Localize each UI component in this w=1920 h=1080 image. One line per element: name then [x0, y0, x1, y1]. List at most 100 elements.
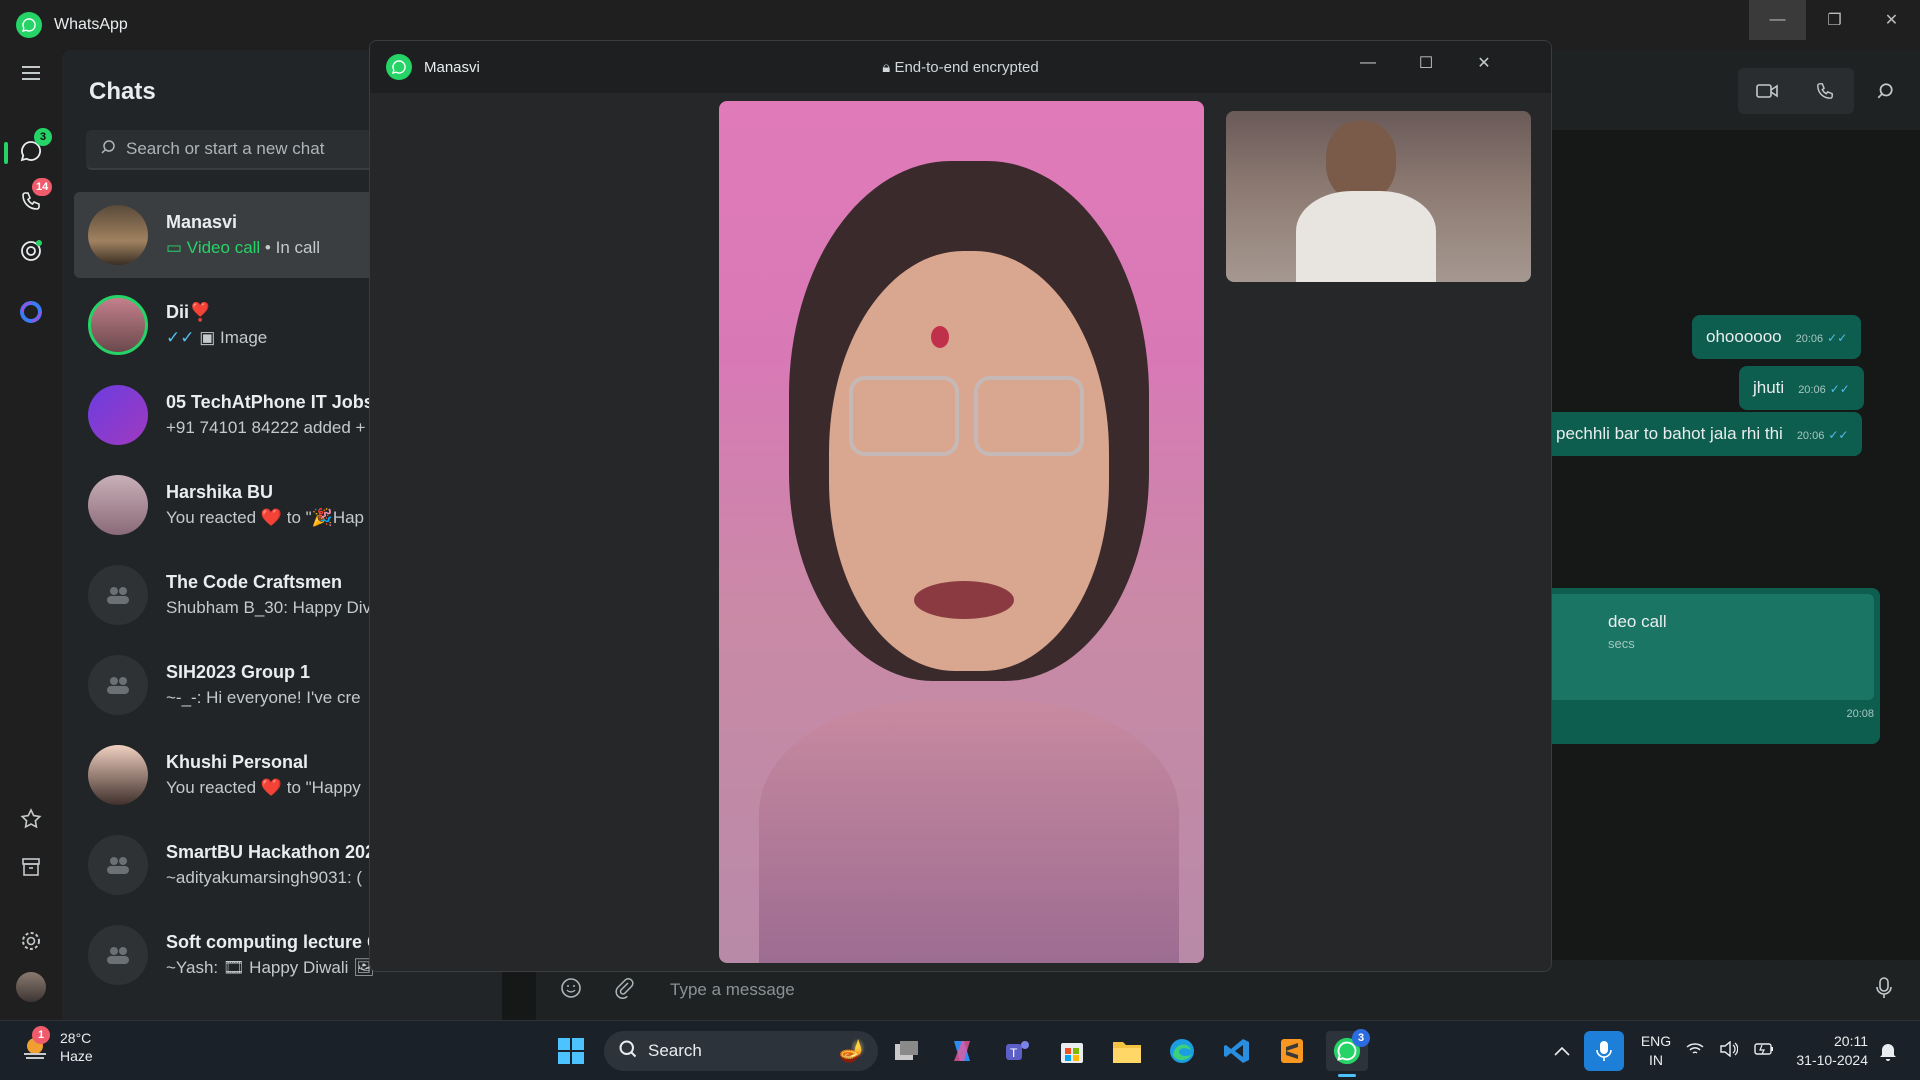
whatsapp-logo-icon — [386, 54, 412, 80]
meta-ai-icon[interactable] — [14, 295, 48, 329]
menu-icon[interactable] — [14, 56, 48, 90]
chat-name: 05 TechAtPhone IT Jobs U — [166, 392, 392, 412]
archived-chats-icon[interactable] — [14, 850, 48, 884]
message-bubble[interactable]: ohoooooo 20:06 ✓✓ — [1692, 315, 1862, 359]
avatar — [88, 745, 148, 805]
language-indicator[interactable]: ENG IN — [1634, 1032, 1678, 1070]
video-call-button[interactable] — [1738, 68, 1796, 114]
taskbar-whatsapp-icon[interactable]: 3 — [1326, 1029, 1370, 1077]
message-text: jhuti — [1753, 378, 1785, 397]
chat-last-message: You reacted ❤️ to "🎉Hap — [166, 508, 365, 527]
search-icon — [618, 1039, 638, 1064]
message-text: pechhli bar to bahot jala rhi thi — [1556, 424, 1783, 443]
weather-widget[interactable]: 1 28°C Haze — [20, 1026, 93, 1065]
running-indicator — [1338, 1074, 1356, 1077]
calls-nav-icon[interactable]: 14 — [14, 178, 53, 218]
window-close-button[interactable]: ✕ — [1863, 0, 1920, 40]
message-time: 20:08 — [1846, 708, 1874, 720]
call-log-title: deo call — [1608, 612, 1667, 631]
chats-unread-badge: 3 — [34, 128, 52, 146]
call-contact-name: Manasvi — [424, 58, 480, 76]
voice-typing-mic-icon[interactable] — [1584, 1031, 1624, 1071]
settings-gear-icon[interactable] — [14, 924, 48, 958]
chats-nav-icon[interactable]: 3 — [14, 128, 52, 168]
group-avatar-icon — [88, 925, 148, 985]
starred-messages-icon[interactable] — [14, 802, 48, 836]
avatar — [88, 385, 148, 445]
encryption-label: End-to-end encrypted — [894, 58, 1039, 76]
conversation-search-icon[interactable] — [1856, 68, 1914, 114]
chats-heading: Chats — [89, 78, 156, 105]
app-title: WhatsApp — [54, 16, 128, 33]
message-bubble[interactable]: jhuti 20:06 ✓✓ — [1739, 366, 1864, 410]
chat-name: Soft computing lecture G — [166, 932, 382, 952]
active-indicator — [4, 142, 8, 164]
video-call-header: Manasvi 🔒︎ End-to-end encrypted — ☐ ✕ — [370, 41, 1551, 93]
call-log-bubble[interactable]: deo call secs 20:08 — [1542, 588, 1880, 744]
chat-last-message: ~Yash: 🎞 Happy Diwali 🖼 — [166, 958, 375, 977]
call-log-duration: secs — [1608, 636, 1635, 651]
teams-icon[interactable]: T — [996, 1031, 1038, 1071]
emoji-icon[interactable] — [560, 977, 582, 1004]
chat-name: Dii❣️ — [166, 302, 212, 322]
search-placeholder: Search or start a new chat — [126, 139, 325, 158]
message-time: 20:06 — [1798, 384, 1826, 396]
message-bubble[interactable]: pechhli bar to bahot jala rhi thi 20:06 ✓✓ — [1542, 412, 1863, 456]
call-minimize-button[interactable]: — — [1340, 41, 1396, 85]
call-close-button[interactable]: ✕ — [1456, 41, 1512, 85]
clock-date: 31-10-2024 — [1796, 1052, 1868, 1068]
remote-video-feed — [719, 101, 1204, 963]
chat-last-message: ~adityakumarsingh9031: ( — [166, 868, 363, 887]
group-avatar-icon — [88, 655, 148, 715]
group-avatar-icon — [88, 835, 148, 895]
wifi-icon — [1686, 1042, 1704, 1061]
image-icon: ▣ — [199, 328, 221, 347]
microsoft-store-icon[interactable] — [1051, 1031, 1093, 1071]
chevron-up-icon[interactable] — [1540, 1031, 1584, 1071]
chat-name: Manasvi — [166, 212, 238, 232]
self-video-preview — [1226, 111, 1531, 282]
file-explorer-icon[interactable] — [1106, 1031, 1148, 1071]
region-code: IN — [1649, 1052, 1663, 1068]
chat-name: SmartBU Hackathon 2024 — [166, 842, 386, 862]
clock[interactable]: 20:11 31-10-2024 — [1782, 1032, 1868, 1070]
chat-last-message: Shubham B_30: Happy Div — [166, 598, 372, 617]
battery-icon — [1754, 1042, 1774, 1061]
vscode-icon[interactable] — [1216, 1031, 1258, 1071]
avatar — [88, 205, 148, 265]
call-maximize-button[interactable]: ☐ — [1398, 41, 1454, 85]
weather-temperature: 28°C — [60, 1030, 92, 1046]
task-view-icon[interactable] — [886, 1031, 928, 1071]
message-input[interactable]: Type a message — [670, 980, 795, 1000]
weather-badge: 1 — [32, 1026, 50, 1044]
start-windows-icon[interactable] — [550, 1031, 592, 1071]
microphone-icon[interactable] — [1876, 976, 1892, 1004]
diwali-lamp-icon: 🪔 — [838, 1038, 866, 1063]
copilot-icon[interactable] — [941, 1031, 983, 1071]
voice-call-button[interactable] — [1796, 68, 1854, 114]
window-minimize-button[interactable]: — — [1749, 0, 1806, 40]
clock-time: 20:11 — [1834, 1033, 1868, 1049]
taskbar-search-box[interactable]: Search 🪔 — [604, 1031, 878, 1071]
lock-icon: 🔒︎ — [882, 58, 895, 76]
edge-browser-icon[interactable] — [1161, 1031, 1203, 1071]
window-restore-button[interactable]: ❐ — [1806, 0, 1863, 40]
chat-last-message: You reacted ❤️ to "Happy — [166, 778, 361, 797]
chat-name: Khushi Personal — [166, 752, 309, 772]
notifications-bell-icon[interactable] — [1870, 1031, 1906, 1071]
navigation-rail: 3 14 — [0, 50, 62, 1020]
chat-last-message: • In call — [260, 238, 321, 257]
read-ticks-icon: ✓✓ — [166, 328, 200, 347]
message-text: ohoooooo — [1706, 327, 1782, 346]
attach-icon[interactable] — [614, 977, 634, 1004]
sublime-text-icon[interactable] — [1271, 1031, 1313, 1071]
system-tray-status[interactable] — [1678, 1031, 1782, 1071]
chat-last-message: ~-_-: Hi everyone! I've cre — [166, 688, 361, 707]
search-icon — [100, 139, 116, 160]
profile-avatar[interactable] — [14, 970, 48, 1004]
chat-call-status: Video call — [186, 238, 261, 257]
whatsapp-taskbar-badge: 3 — [1352, 1029, 1370, 1047]
chat-last-message: Image — [220, 328, 268, 347]
avatar — [88, 475, 148, 535]
status-nav-icon[interactable] — [14, 234, 48, 268]
